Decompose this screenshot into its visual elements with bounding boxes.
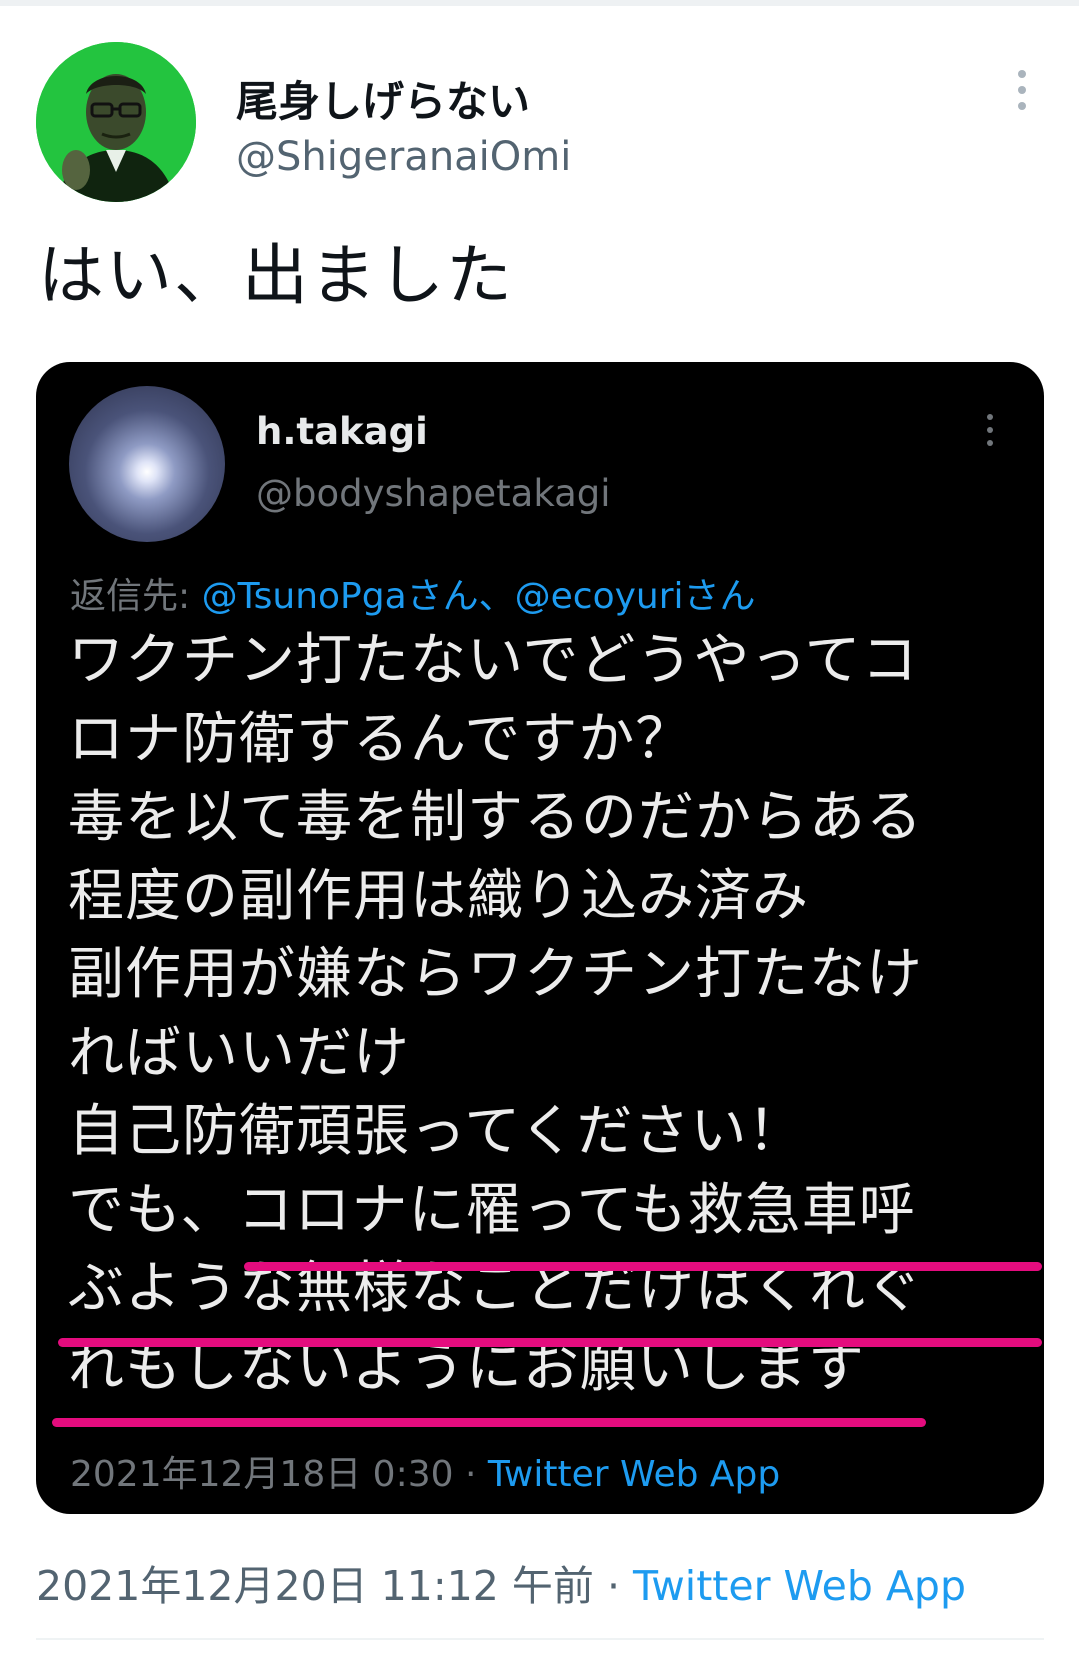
body-line: でも、コロナに罹っても救急車呼 bbox=[68, 1177, 916, 1243]
body-line: ればいいだけ bbox=[68, 1020, 410, 1086]
embedded-tweet-image[interactable]: h.takagi @bodyshapetakagi 返信先: @TsunoPga… bbox=[36, 362, 1044, 1514]
bottom-divider bbox=[36, 1638, 1044, 1640]
more-options-icon[interactable] bbox=[1012, 70, 1032, 114]
highlight-underline bbox=[58, 1338, 1042, 1347]
embedded-avatar bbox=[69, 386, 225, 542]
reply-prefix: 返信先: bbox=[70, 576, 191, 617]
footer-separator: · bbox=[593, 1562, 634, 1610]
embedded-timestamp: 2021年12月18日 0:30 bbox=[70, 1454, 454, 1495]
embedded-separator: · bbox=[453, 1454, 488, 1495]
embedded-tweet-body: ワクチン打たないでどうやってコ ロナ防衛するんですか？ 毒を以て毒を制するのだか… bbox=[68, 622, 1028, 1407]
body-line: ロナ防衛するんですか？ bbox=[68, 706, 693, 772]
user-handle[interactable]: @ShigeranaiOmi bbox=[236, 134, 571, 180]
embedded-more-icon bbox=[982, 414, 998, 454]
highlight-underline bbox=[244, 1262, 1042, 1271]
embedded-source: Twitter Web App bbox=[487, 1454, 781, 1495]
tweet-footer: 2021年12月20日 11:12 午前 · Twitter Web App bbox=[36, 1552, 966, 1612]
body-line: ワクチン打たないでどうやってコ bbox=[68, 628, 919, 693]
body-line: 毒を以て毒を制するのだからある bbox=[68, 785, 923, 850]
tweet-source-link[interactable]: Twitter Web App bbox=[633, 1562, 966, 1610]
embedded-display-name: h.takagi bbox=[256, 410, 428, 453]
avatar[interactable] bbox=[36, 42, 196, 202]
tweet-timestamp[interactable]: 2021年12月20日 11:12 午前 bbox=[36, 1562, 594, 1610]
avatar-portrait-icon bbox=[36, 42, 196, 202]
highlight-underline bbox=[52, 1418, 926, 1427]
embedded-handle: @bodyshapetakagi bbox=[256, 472, 611, 515]
reply-context: 返信先: @TsunoPgaさん、@ecoyuriさん bbox=[70, 567, 756, 619]
body-line: 副作用が嫌ならワクチン打たなけ bbox=[68, 942, 923, 1007]
body-line: 程度の副作用は織り込み済み bbox=[68, 863, 809, 929]
tweet-text: はい、出ました bbox=[38, 237, 514, 314]
embedded-footer: 2021年12月18日 0:30 · Twitter Web App bbox=[70, 1445, 780, 1497]
top-divider bbox=[0, 0, 1079, 6]
body-line: 自己防衛頑張ってください！ bbox=[68, 1099, 805, 1164]
display-name[interactable]: 尾身しげらない bbox=[236, 68, 530, 129]
reply-mentions: @TsunoPgaさん、@ecoyuriさん bbox=[201, 576, 756, 617]
